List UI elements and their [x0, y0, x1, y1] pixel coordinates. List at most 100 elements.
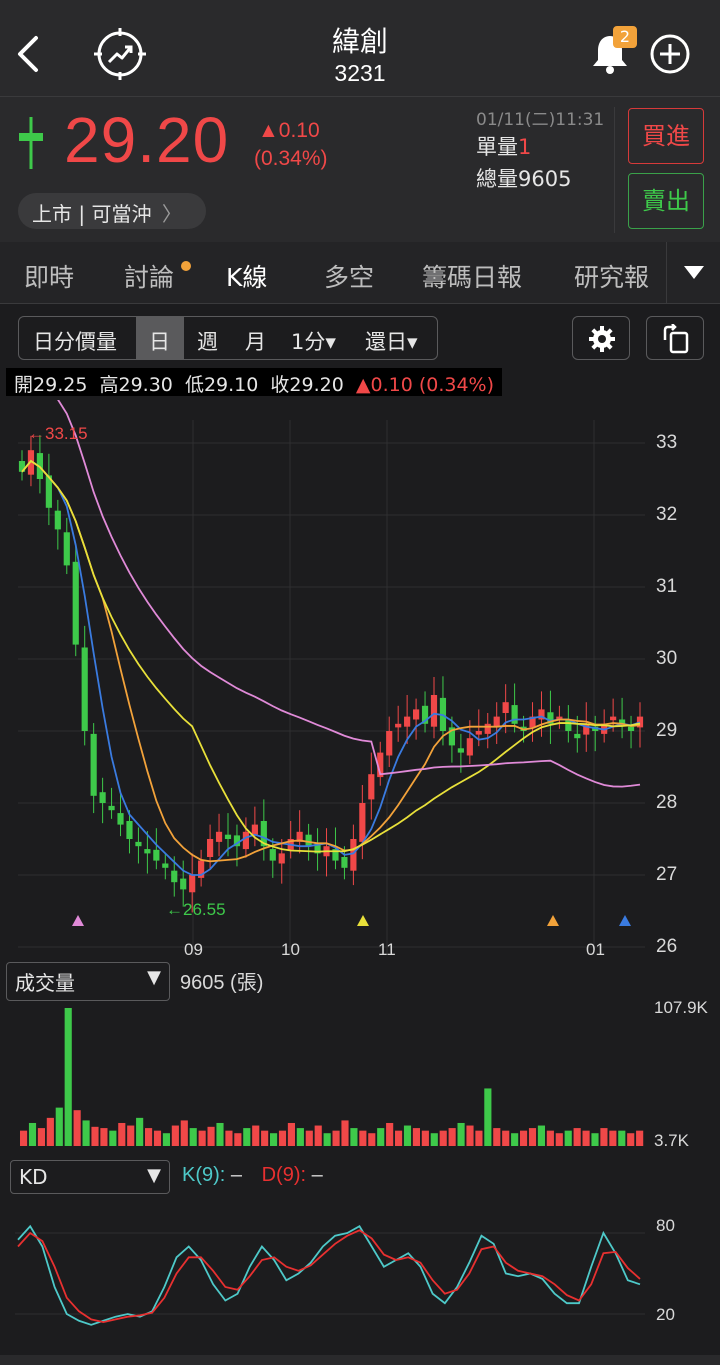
candle-body [90, 733, 97, 796]
period-month[interactable]: 月 [245, 326, 266, 356]
volume-bar [171, 1125, 179, 1146]
y-tick-31: 31 [656, 576, 678, 597]
volume-bar [46, 1117, 54, 1146]
y-tick-32: 32 [656, 504, 678, 525]
kd-tick-80: 80 [656, 1216, 675, 1235]
sell-button[interactable]: 賣出 [628, 173, 704, 229]
y-tick-26: 26 [656, 936, 678, 957]
volume-bar [127, 1125, 135, 1146]
x-tick-01: 01 [586, 940, 605, 959]
volume-chart [20, 1008, 644, 1146]
tab-realtime[interactable]: 即時 [24, 258, 74, 294]
volume-select-label: 成交量 [15, 971, 75, 995]
high-marker: ←33.15 [28, 424, 88, 443]
volume-bar [270, 1133, 278, 1146]
volume-bar [386, 1122, 394, 1146]
period-toolbar: 日分價量 日 週 月 1分▾ 還日▾ [18, 316, 438, 360]
kd-tick-20: 20 [656, 1305, 675, 1324]
volume-bar [573, 1128, 581, 1146]
market-status-text: 上市 | 可當沖 [32, 202, 152, 226]
d-line [17, 1229, 641, 1324]
add-icon[interactable] [648, 32, 692, 76]
candle-body [189, 875, 196, 893]
volume-bar [207, 1126, 215, 1146]
open-value: 29.25 [33, 374, 88, 396]
tab-discussion-dot [181, 261, 191, 271]
volume-bar [82, 1120, 90, 1146]
volume-bar [430, 1133, 438, 1146]
volume-bar [198, 1130, 206, 1146]
dropdown-triangle-icon[interactable] [684, 266, 704, 280]
signal-triangle-icon [619, 915, 631, 926]
period-minute-select[interactable]: 1分▾ [291, 326, 336, 356]
rotate-button[interactable] [646, 316, 704, 360]
quote-datetime: 01/11(二)11:31 [476, 110, 605, 130]
candle-body [627, 726, 635, 731]
price-chart[interactable] [0, 400, 720, 960]
volume-bar [627, 1133, 635, 1146]
tab-discussion[interactable]: 討論 [124, 258, 174, 294]
volume-bar [91, 1126, 99, 1146]
volume-bar [475, 1130, 483, 1146]
ma60-line [57, 400, 641, 788]
volume-bar [100, 1128, 108, 1146]
tab-kline[interactable]: K線 [226, 258, 267, 294]
volume-bar [412, 1128, 420, 1146]
k-value: – [230, 1164, 243, 1186]
close-label: 收 [270, 374, 290, 396]
candle-body [63, 532, 70, 566]
candle-body [610, 716, 617, 721]
volume-bar [618, 1130, 626, 1146]
candle-body [206, 839, 214, 857]
market-status-pill[interactable]: 上市 | 可當沖 〉 [18, 193, 206, 229]
volume-max-tick: 107.9K [654, 998, 708, 1017]
adjust-select[interactable]: 還日▾ [365, 326, 418, 356]
tab-chips-daily[interactable]: 籌碼日報 [422, 258, 522, 294]
tab-research[interactable]: 研究報 [574, 258, 666, 294]
volume-bar [234, 1133, 242, 1146]
unit-volume-value: 1 [518, 135, 532, 159]
period-intraday[interactable]: 日分價量 [33, 326, 117, 356]
volume-bar [118, 1122, 126, 1146]
volume-bar [448, 1128, 456, 1146]
volume-bar [636, 1130, 644, 1146]
candle-body [171, 870, 178, 883]
period-week[interactable]: 週 [197, 326, 218, 356]
current-price: 29.20 [64, 104, 230, 176]
price-change: ▲0.10 [258, 119, 320, 142]
high-label: 高 [99, 374, 119, 396]
volume-value: 9605 (張) [180, 972, 264, 994]
candle-body [251, 824, 258, 835]
kd-indicator-select[interactable]: KD ▼ [10, 1160, 170, 1194]
candle-body [242, 831, 250, 850]
candle-body [224, 834, 232, 839]
volume-bar [20, 1130, 28, 1146]
candle-body [412, 709, 420, 720]
notification-badge: 2 [613, 26, 637, 48]
signal-triangle-icon [72, 915, 84, 926]
volume-bar [600, 1128, 608, 1146]
candle-body [502, 702, 509, 713]
low-label: 低 [184, 374, 204, 396]
volume-bar [484, 1088, 492, 1146]
volume-bar [136, 1117, 144, 1146]
candle-body [404, 716, 411, 727]
volume-bar [564, 1130, 572, 1146]
volume-bar [359, 1130, 367, 1146]
d-label: D(9): [261, 1164, 307, 1186]
volume-bar [403, 1125, 412, 1146]
total-volume-value: 9605 [518, 167, 572, 191]
volume-bar [528, 1128, 537, 1146]
candle-body [368, 774, 375, 800]
d-value: – [311, 1164, 323, 1186]
volume-bar [466, 1125, 474, 1146]
buy-button[interactable]: 買進 [628, 108, 704, 164]
volume-bar [261, 1130, 269, 1146]
tab-long-short[interactable]: 多空 [324, 258, 374, 294]
period-day[interactable]: 日 [149, 326, 170, 356]
candle-body [153, 849, 160, 861]
volume-bar [368, 1133, 376, 1146]
settings-button[interactable] [572, 316, 630, 360]
candle-body [81, 647, 88, 731]
volume-bar [377, 1128, 385, 1146]
